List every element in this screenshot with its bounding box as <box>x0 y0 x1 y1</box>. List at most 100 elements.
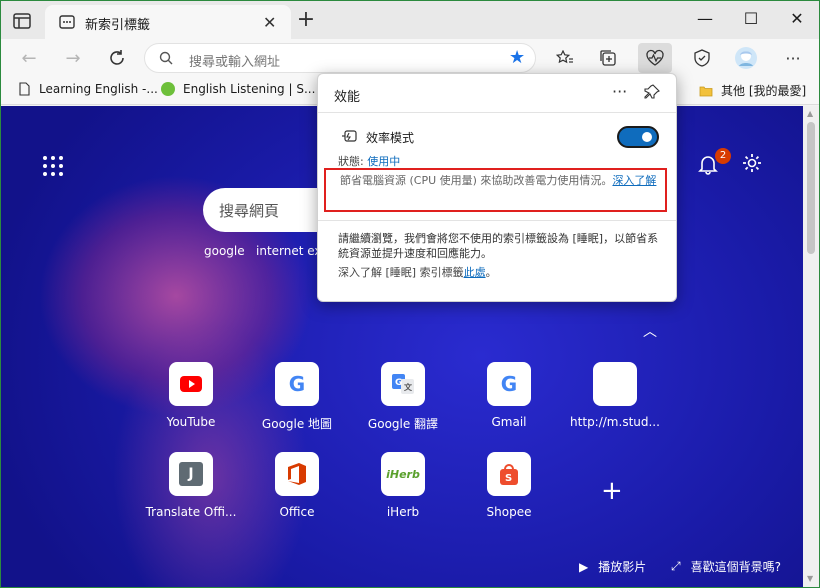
scroll-down-icon[interactable]: ▼ <box>807 574 813 583</box>
sleep-learn-link[interactable]: 此處 <box>464 266 486 279</box>
tab-actions-button[interactable] <box>9 10 35 32</box>
flyout-divider <box>318 112 676 113</box>
heart-pulse-icon <box>646 49 664 66</box>
tile-youtube[interactable]: YouTube <box>136 362 246 429</box>
new-tab-button[interactable]: + <box>294 7 318 32</box>
refresh-icon <box>110 50 124 65</box>
tile-office[interactable]: Office <box>242 452 352 519</box>
favorite-star-icon[interactable]: ★ <box>509 47 525 68</box>
more-options-button[interactable]: ··· <box>612 82 627 101</box>
browser-essentials-button[interactable] <box>687 43 717 73</box>
tile-translate-office[interactable]: J Translate Offi... <box>136 452 246 519</box>
pin-icon[interactable] <box>644 84 660 100</box>
status-label: 狀態: <box>338 155 368 168</box>
refresh-button[interactable] <box>103 45 131 71</box>
tile-gmail[interactable]: G Gmail <box>454 362 564 429</box>
office-icon <box>275 452 319 496</box>
tile-m-stud[interactable]: http://m.stud... <box>560 362 670 429</box>
expand-arrows-icon: ⤢ <box>671 559 681 573</box>
google-translate-icon: G文 <box>381 362 425 406</box>
efficiency-mode-icon <box>342 130 357 142</box>
tab-strip: 新索引標籤 ✕ + — ☐ ✕ <box>1 1 819 39</box>
efficiency-mode-label: 效率模式 <box>366 131 415 145</box>
svg-text:S: S <box>505 473 512 484</box>
youtube-icon <box>169 362 213 406</box>
quick-link-google[interactable]: google <box>204 244 245 258</box>
performance-button[interactable] <box>638 43 672 73</box>
like-background-button[interactable]: ⤢ 喜歡這個背景嗎? <box>671 558 781 575</box>
address-bar[interactable]: 搜尋或輸入網址 ★ <box>144 43 536 73</box>
search-icon <box>159 51 173 65</box>
scroll-up-icon[interactable]: ▲ <box>807 109 813 118</box>
gear-icon[interactable] <box>741 152 763 174</box>
settings-more-button[interactable]: ··· <box>778 43 808 73</box>
efficiency-description: 節省電腦資源 (CPU 使用量) 來協助改善電力使用情況。深入了解 <box>340 173 662 188</box>
chevron-up-icon[interactable]: ︿ <box>643 321 657 341</box>
tab-actions-icon <box>13 13 31 29</box>
notification-badge: 2 <box>715 148 731 164</box>
close-tab-icon[interactable]: ✕ <box>263 13 276 32</box>
shield-icon <box>694 49 710 67</box>
sleep-learn-suffix: 。 <box>485 266 497 279</box>
app-launcher-icon[interactable] <box>43 156 63 176</box>
tile-label: YouTube <box>166 415 216 429</box>
play-video-label: 播放影片 <box>598 560 647 574</box>
play-icon: ▶ <box>579 559 589 574</box>
add-site-button[interactable]: + <box>601 476 623 506</box>
tile-shopee[interactable]: S Shopee <box>454 452 564 519</box>
tile-label: Gmail <box>491 415 527 429</box>
blank-icon <box>593 362 637 406</box>
tile-google-translate[interactable]: G文 Google 翻譯 <box>348 362 458 432</box>
maximize-button[interactable]: ☐ <box>741 9 761 28</box>
sleeping-tabs-description: 請繼續瀏覽，我們會將您不使用的索引標籤設為 [睡眠]，以節省系統資源並提升速度和… <box>338 232 659 260</box>
like-background-label: 喜歡這個背景嗎? <box>690 560 781 574</box>
favorites-button[interactable] <box>550 43 580 73</box>
google-icon: G <box>275 362 319 406</box>
browser-window: 新索引標籤 ✕ + — ☐ ✕ ← → 搜尋或輸入網址 ★ ··· Learni… <box>1 1 819 587</box>
tile-google-maps[interactable]: G Google 地圖 <box>242 362 352 432</box>
address-placeholder: 搜尋或輸入網址 <box>189 55 281 70</box>
close-window-button[interactable]: ✕ <box>787 9 807 28</box>
tile-label: Translate Offi... <box>145 505 237 519</box>
page-scrollbar[interactable]: ▲ ▼ <box>803 106 819 587</box>
tile-label: Google 地圖 <box>261 417 333 431</box>
flyout-title: 效能 <box>334 90 361 105</box>
forward-button[interactable]: → <box>59 45 87 71</box>
description-text: 節省電腦資源 (CPU 使用量) 來協助改善電力使用情況。 <box>340 174 613 187</box>
learn-more-link[interactable]: 深入了解 <box>612 174 656 187</box>
bookmark-label: English Listening | S... <box>183 82 316 96</box>
play-video-button[interactable]: ▶ 播放影片 <box>579 558 646 575</box>
status-text: 狀態: 使用中 <box>338 153 400 169</box>
profile-button[interactable] <box>731 43 761 73</box>
status-value: 使用中 <box>367 155 401 168</box>
toggle-knob <box>642 132 652 142</box>
tab-title: 新索引標籤 <box>85 18 151 33</box>
google-icon: G <box>487 362 531 406</box>
flyout-divider <box>318 220 676 221</box>
tab-new-tab[interactable]: 新索引標籤 ✕ <box>45 5 291 39</box>
collections-icon <box>600 50 616 66</box>
back-button[interactable]: ← <box>15 45 43 71</box>
tile-label: Shopee <box>486 505 532 519</box>
sleep-learn-prefix: 深入了解 [睡眠] 索引標籤 <box>338 266 464 279</box>
search-placeholder: 搜尋網頁 <box>219 202 280 220</box>
bookmark-english-listening[interactable]: English Listening | S... <box>161 82 315 96</box>
sleeping-tabs-learn-more: 深入了解 [睡眠] 索引標籤此處。 <box>338 264 497 280</box>
avatar <box>735 47 757 69</box>
tile-label: http://m.stud... <box>570 415 660 429</box>
tile-iherb[interactable]: iHerb iHerb <box>348 452 458 519</box>
green-circle-icon <box>161 82 175 96</box>
scroll-thumb[interactable] <box>807 122 815 254</box>
bookmark-learning-english[interactable]: Learning English -... <box>17 82 158 96</box>
efficiency-mode-toggle[interactable] <box>617 126 659 148</box>
collections-button[interactable] <box>593 43 623 73</box>
new-tab-page-icon <box>59 15 75 29</box>
svg-text:G: G <box>395 378 402 388</box>
bookmark-other-favorites[interactable]: 其他 [我的最愛] <box>699 82 806 99</box>
tile-label: Google 翻譯 <box>367 417 439 431</box>
bookmark-label: Learning English -... <box>39 82 158 96</box>
minimize-button[interactable]: — <box>695 9 715 28</box>
shopee-icon: S <box>487 452 531 496</box>
bookmark-label: 其他 [我的最愛] <box>721 84 807 98</box>
tile-label: Office <box>279 505 315 519</box>
